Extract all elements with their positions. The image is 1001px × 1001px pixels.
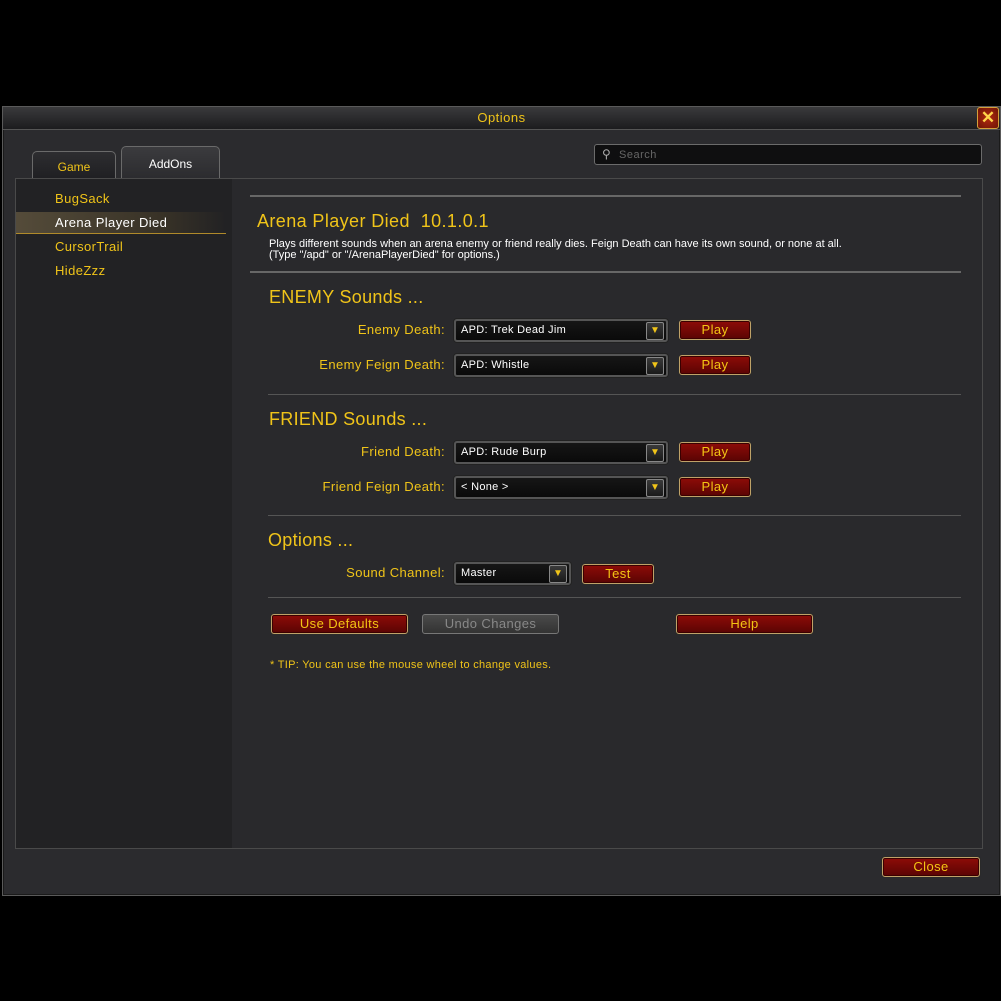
tab-addons[interactable]: AddOns	[121, 146, 220, 180]
enemy-feign-dropdown[interactable]: APD: Whistle ▼	[454, 354, 668, 377]
sound-channel-label: Sound Channel:	[346, 565, 445, 580]
options-window: Options ✕ Game AddOns ⚲ BugSack Arena Pl…	[2, 106, 1001, 896]
tab-game[interactable]: Game	[32, 151, 116, 180]
sidebar-item-bugsack[interactable]: BugSack	[16, 188, 226, 210]
sound-channel-value: Master	[461, 567, 497, 579]
addon-title: Arena Player Died 10.1.0.1	[257, 211, 489, 232]
friend-feign-value: < None >	[461, 481, 509, 493]
chevron-down-icon[interactable]: ▼	[646, 322, 664, 340]
addon-version: 10.1.0.1	[420, 211, 489, 231]
friend-death-value: APD: Rude Burp	[461, 446, 547, 458]
close-button[interactable]: Close	[882, 857, 980, 877]
friend-heading: FRIEND Sounds ...	[269, 409, 428, 429]
enemy-death-label: Enemy Death:	[357, 322, 445, 337]
friend-feign-label: Friend Feign Death:	[322, 479, 445, 494]
divider	[250, 195, 961, 197]
chevron-down-icon[interactable]: ▼	[646, 444, 664, 462]
enemy-death-value: APD: Trek Dead Jim	[461, 324, 567, 336]
use-defaults-button[interactable]: Use Defaults	[271, 614, 408, 634]
test-button[interactable]: Test	[582, 564, 654, 584]
friend-death-label: Friend Death:	[361, 444, 445, 459]
sidebar-item-arena-player-died[interactable]: Arena Player Died	[16, 212, 226, 234]
chevron-down-icon[interactable]: ▼	[646, 357, 664, 375]
divider	[268, 597, 961, 598]
addon-description: Plays different sounds when an arena ene…	[269, 239, 959, 261]
undo-changes-button[interactable]: Undo Changes	[422, 614, 559, 634]
enemy-feign-value: APD: Whistle	[461, 359, 530, 371]
addon-name: Arena Player Died	[257, 211, 410, 231]
search-icon: ⚲	[602, 147, 611, 161]
divider	[250, 271, 961, 273]
enemy-feign-label: Enemy Feign Death:	[319, 357, 445, 372]
friend-feign-play-button[interactable]: Play	[679, 477, 751, 497]
window-title: Options	[477, 110, 526, 125]
enemy-death-play-button[interactable]: Play	[679, 320, 751, 340]
help-button[interactable]: Help	[676, 614, 813, 634]
friend-death-dropdown[interactable]: APD: Rude Burp ▼	[454, 441, 668, 464]
search-box[interactable]: ⚲	[594, 144, 982, 165]
friend-feign-dropdown[interactable]: < None > ▼	[454, 476, 668, 499]
close-x-icon[interactable]: ✕	[977, 107, 999, 129]
divider	[268, 515, 961, 516]
enemy-feign-play-button[interactable]: Play	[679, 355, 751, 375]
description-line-2: (Type "/apd" or "/ArenaPlayerDied" for o…	[269, 249, 500, 261]
chevron-down-icon[interactable]: ▼	[646, 479, 664, 497]
addon-list: BugSack Arena Player Died CursorTrail Hi…	[15, 178, 233, 849]
tip-text: * TIP: You can use the mouse wheel to ch…	[270, 659, 552, 671]
friend-death-play-button[interactable]: Play	[679, 442, 751, 462]
search-input[interactable]	[617, 146, 971, 164]
addon-panel: Arena Player Died 10.1.0.1 Plays differe…	[232, 178, 983, 849]
chevron-down-icon[interactable]: ▼	[549, 565, 567, 583]
sound-channel-dropdown[interactable]: Master ▼	[454, 562, 571, 585]
options-heading: Options ...	[268, 530, 354, 550]
divider	[268, 394, 961, 395]
sidebar-item-cursortrail[interactable]: CursorTrail	[16, 236, 226, 258]
sidebar-item-hidezzz[interactable]: HideZzz	[16, 260, 226, 282]
enemy-heading: ENEMY Sounds ...	[269, 287, 424, 307]
enemy-death-dropdown[interactable]: APD: Trek Dead Jim ▼	[454, 319, 668, 342]
title-bar: Options ✕	[3, 107, 1000, 130]
